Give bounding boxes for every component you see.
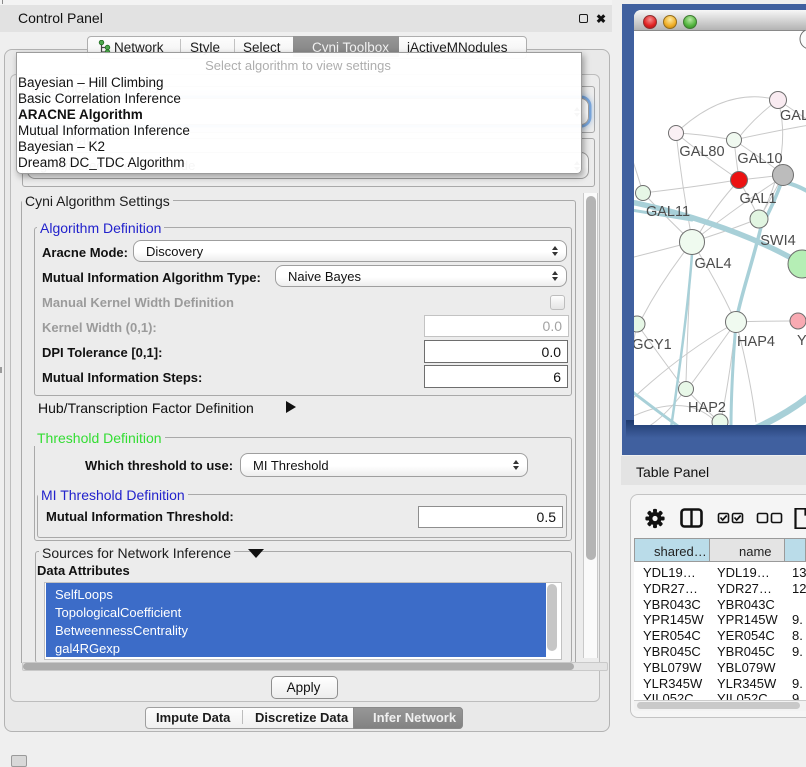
svg-text:GAL10: GAL10: [737, 151, 782, 167]
svg-text:GCY1: GCY1: [634, 337, 672, 353]
svg-text:SWI4: SWI4: [760, 233, 795, 249]
svg-text:HAP2: HAP2: [688, 400, 726, 416]
svg-text:GAL7: GAL7: [780, 108, 806, 124]
svg-text:GAL80: GAL80: [679, 144, 724, 160]
svg-text:Y: Y: [797, 333, 806, 349]
svg-text:GAL1: GAL1: [739, 191, 776, 207]
svg-text:GAL4: GAL4: [694, 256, 731, 272]
svg-text:HAP4: HAP4: [737, 334, 775, 350]
svg-text:GAL11: GAL11: [646, 204, 690, 220]
